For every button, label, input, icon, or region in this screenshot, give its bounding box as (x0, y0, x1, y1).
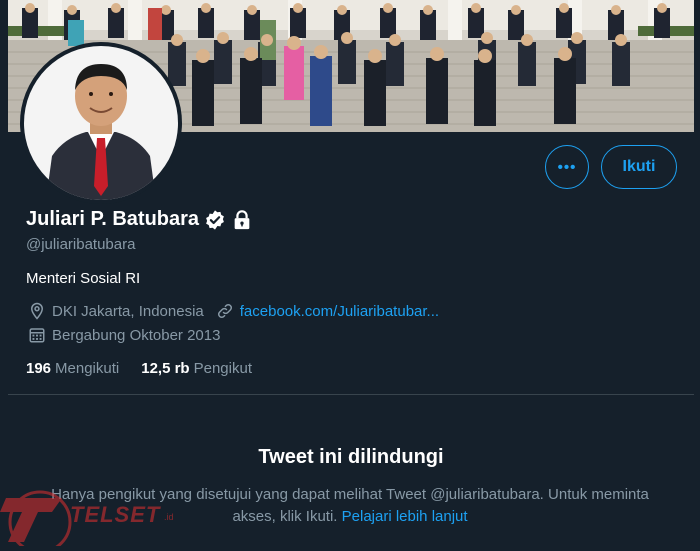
profile-avatar[interactable] (20, 42, 182, 204)
following-label: Mengikuti (55, 360, 120, 377)
more-options-button[interactable]: ••• (545, 145, 589, 189)
profile-name-row: Juliari P. Batubara (26, 208, 253, 231)
watermark-brand: TELSET (70, 502, 161, 527)
location-pin-icon (28, 302, 46, 320)
watermark-suffix: .id (164, 512, 174, 522)
profile-divider (8, 394, 694, 395)
followers-count: 12,5 rb (141, 360, 190, 377)
learn-more-link[interactable]: Pelajari lebih lanjut (342, 508, 468, 525)
followers-stat[interactable]: 12,5 rb Pengikut (141, 360, 252, 377)
profile-location: DKI Jakarta, Indonesia (52, 302, 204, 320)
calendar-icon (28, 326, 46, 344)
follow-button-label: Ikuti (622, 158, 656, 175)
avatar-photo (24, 46, 178, 200)
link-icon (216, 302, 234, 320)
following-count: 196 (26, 360, 52, 377)
more-options-icon: ••• (557, 158, 577, 176)
verified-badge-icon (204, 209, 226, 231)
follow-button[interactable]: Ikuti (601, 145, 677, 189)
followers-label: Pengikut (193, 360, 252, 377)
profile-meta-row: DKI Jakarta, Indonesia facebook.com/Juli… (28, 302, 439, 320)
following-stat[interactable]: 196 Mengikuti (26, 360, 119, 377)
profile-bio: Menteri Sosial RI (26, 270, 141, 287)
profile-joined-date: Bergabung Oktober 2013 (52, 326, 221, 344)
profile-joined-row: Bergabung Oktober 2013 (28, 326, 220, 344)
telset-logo-icon (0, 490, 72, 551)
telset-watermark: TELSET .id (0, 478, 200, 551)
profile-stats: 196 Mengikuti 12,5 rb Pengikut (26, 360, 252, 377)
protected-tweets-title: Tweet ini dilindungi (258, 446, 444, 468)
profile-display-name: Juliari P. Batubara (26, 208, 200, 230)
profile-website-link[interactable]: facebook.com/Juliaribatubar... (240, 303, 439, 320)
lock-icon (231, 209, 253, 231)
profile-handle: @juliaribatubara (26, 236, 136, 253)
